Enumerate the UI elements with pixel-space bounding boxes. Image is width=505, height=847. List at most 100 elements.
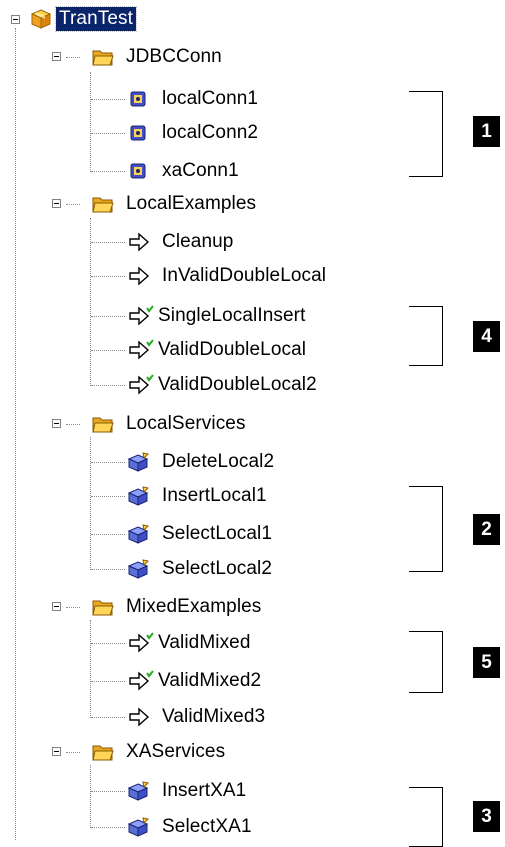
- connector: [66, 607, 80, 608]
- connector: [91, 569, 125, 570]
- folder-line-localservices: [90, 437, 91, 570]
- folder-label: XAServices: [126, 741, 226, 762]
- item-label: ValidMixed2: [158, 670, 262, 691]
- tree-item-cleanup[interactable]: Cleanup: [128, 226, 233, 258]
- folder-open-icon: [92, 413, 114, 435]
- xaservices-collapse-toggle[interactable]: [52, 747, 61, 756]
- item-label: xaConn1: [162, 160, 239, 181]
- root-collapse-toggle[interactable]: [11, 15, 20, 24]
- jdbcconn-collapse-toggle[interactable]: [52, 52, 61, 61]
- item-label: SingleLocalInsert: [158, 305, 306, 326]
- package-tree: TranTest JDBCConn localConn1 localConn2 …: [0, 0, 505, 847]
- flow-arrow-checked-icon: [128, 670, 154, 692]
- connection-icon: [128, 160, 150, 182]
- connector: [91, 316, 125, 317]
- callout-bracket-5: [409, 631, 443, 693]
- service-icon: [127, 523, 150, 545]
- tree-root-tranTest[interactable]: TranTest: [30, 3, 138, 35]
- item-label: ValidMixed: [158, 632, 251, 653]
- connector: [66, 204, 80, 205]
- tree-item-validmixed3[interactable]: ValidMixed3: [128, 701, 265, 733]
- folder-open-icon: [92, 741, 114, 763]
- localservices-collapse-toggle[interactable]: [52, 419, 61, 428]
- callout-bracket-1: [409, 91, 443, 177]
- callout-bracket-3: [409, 787, 443, 847]
- connector: [91, 99, 125, 100]
- folder-label: JDBCConn: [126, 46, 222, 67]
- service-icon: [127, 485, 150, 507]
- connector: [91, 462, 125, 463]
- folder-line-xaservices: [90, 765, 91, 828]
- item-label: SelectLocal1: [162, 523, 272, 544]
- item-label: InsertXA1: [162, 780, 247, 801]
- callout-bracket-2: [409, 486, 443, 572]
- connector: [91, 681, 125, 682]
- package-icon: [30, 8, 52, 30]
- flow-arrow-checked-icon: [128, 339, 154, 361]
- tree-item-deletelocal2[interactable]: DeleteLocal2: [127, 446, 275, 478]
- folder-localservices[interactable]: LocalServices: [92, 408, 246, 440]
- connector: [91, 133, 125, 134]
- connector: [91, 350, 125, 351]
- flow-arrow-icon: [128, 706, 150, 728]
- folder-line-jdbcconn: [90, 72, 91, 172]
- service-icon: [127, 558, 150, 580]
- root-tree-line: [15, 28, 16, 840]
- callout-badge-5: 5: [473, 647, 500, 678]
- service-icon: [127, 780, 150, 802]
- tree-item-insertlocal1[interactable]: InsertLocal1: [127, 480, 267, 512]
- service-icon: [127, 816, 150, 838]
- folder-line-mixedexamples: [90, 620, 91, 718]
- callout-bracket-4: [409, 306, 443, 366]
- flow-arrow-checked-icon: [128, 632, 154, 654]
- item-label: localConn1: [162, 88, 259, 109]
- connector: [91, 827, 125, 828]
- connector: [91, 534, 125, 535]
- tree-item-selectxa1[interactable]: SelectXA1: [127, 811, 252, 843]
- connector: [91, 276, 125, 277]
- service-icon: [127, 451, 150, 473]
- folder-label: LocalServices: [126, 413, 246, 434]
- tree-item-xaconn1[interactable]: xaConn1: [128, 155, 239, 187]
- localexamples-collapse-toggle[interactable]: [52, 199, 61, 208]
- tree-item-localconn2[interactable]: localConn2: [128, 117, 258, 149]
- folder-label: LocalExamples: [126, 193, 257, 214]
- item-label: localConn2: [162, 122, 259, 143]
- flow-arrow-icon: [128, 231, 150, 253]
- connector: [91, 717, 125, 718]
- callout-badge-1: 1: [473, 116, 500, 147]
- folder-xaservices[interactable]: XAServices: [92, 736, 225, 768]
- item-label: SelectLocal2: [162, 558, 272, 579]
- tree-item-validdoublelocal2[interactable]: ValidDoubleLocal2: [128, 369, 317, 401]
- tree-item-insertxa1[interactable]: InsertXA1: [127, 775, 247, 807]
- tree-item-validmixed[interactable]: ValidMixed: [128, 627, 251, 659]
- tree-item-localconn1[interactable]: localConn1: [128, 83, 258, 115]
- tree-item-selectlocal2[interactable]: SelectLocal2: [127, 553, 272, 585]
- tree-item-invaliddoublelocal[interactable]: InValidDoubleLocal: [128, 260, 326, 292]
- folder-open-icon: [92, 46, 114, 68]
- folder-line-localexamples: [90, 218, 91, 386]
- tree-item-singlelocalinsert[interactable]: SingleLocalInsert: [128, 300, 305, 332]
- connector: [91, 643, 125, 644]
- connection-icon: [128, 122, 150, 144]
- folder-mixedexamples[interactable]: MixedExamples: [92, 591, 261, 623]
- item-label: ValidMixed3: [162, 706, 266, 727]
- connection-icon: [128, 88, 150, 110]
- connector: [91, 385, 125, 386]
- flow-arrow-icon: [128, 265, 150, 287]
- folder-jdbcconn[interactable]: JDBCConn: [92, 41, 222, 73]
- tree-item-validmixed2[interactable]: ValidMixed2: [128, 665, 261, 697]
- item-label: DeleteLocal2: [162, 451, 275, 472]
- item-label: ValidDoubleLocal: [158, 339, 307, 360]
- item-label: ValidDoubleLocal2: [158, 374, 317, 395]
- connector: [91, 171, 125, 172]
- folder-open-icon: [92, 193, 114, 215]
- connector: [66, 424, 80, 425]
- mixedexamples-collapse-toggle[interactable]: [52, 602, 61, 611]
- tree-item-validdoublelocal[interactable]: ValidDoubleLocal: [128, 334, 306, 366]
- folder-localexamples[interactable]: LocalExamples: [92, 188, 256, 220]
- flow-arrow-checked-icon: [128, 305, 154, 327]
- connector: [91, 242, 125, 243]
- flow-arrow-checked-icon: [128, 374, 154, 396]
- tree-item-selectlocal1[interactable]: SelectLocal1: [127, 518, 272, 550]
